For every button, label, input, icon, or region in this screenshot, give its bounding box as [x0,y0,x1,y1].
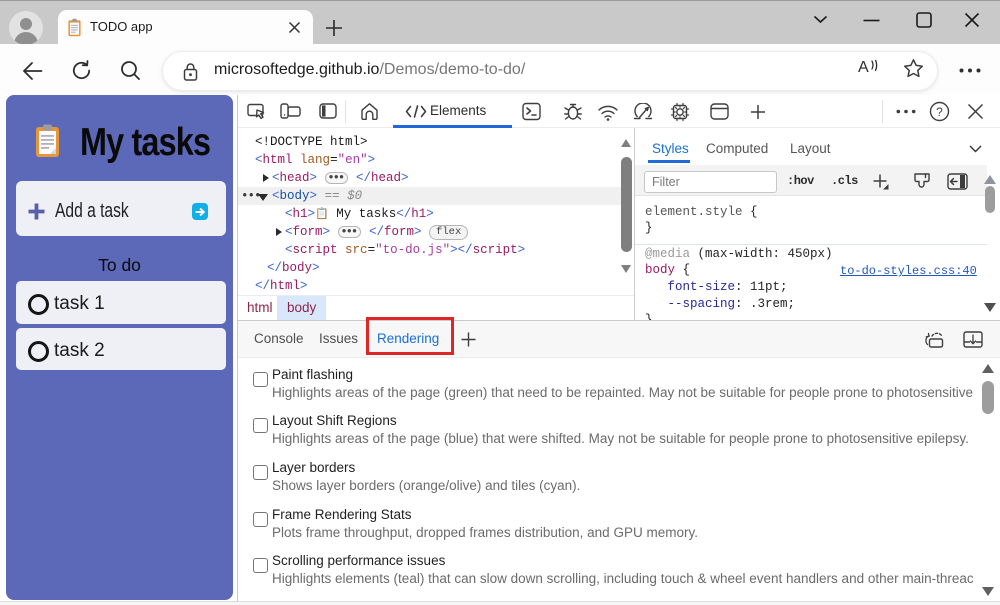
svg-text:?: ? [936,105,943,119]
